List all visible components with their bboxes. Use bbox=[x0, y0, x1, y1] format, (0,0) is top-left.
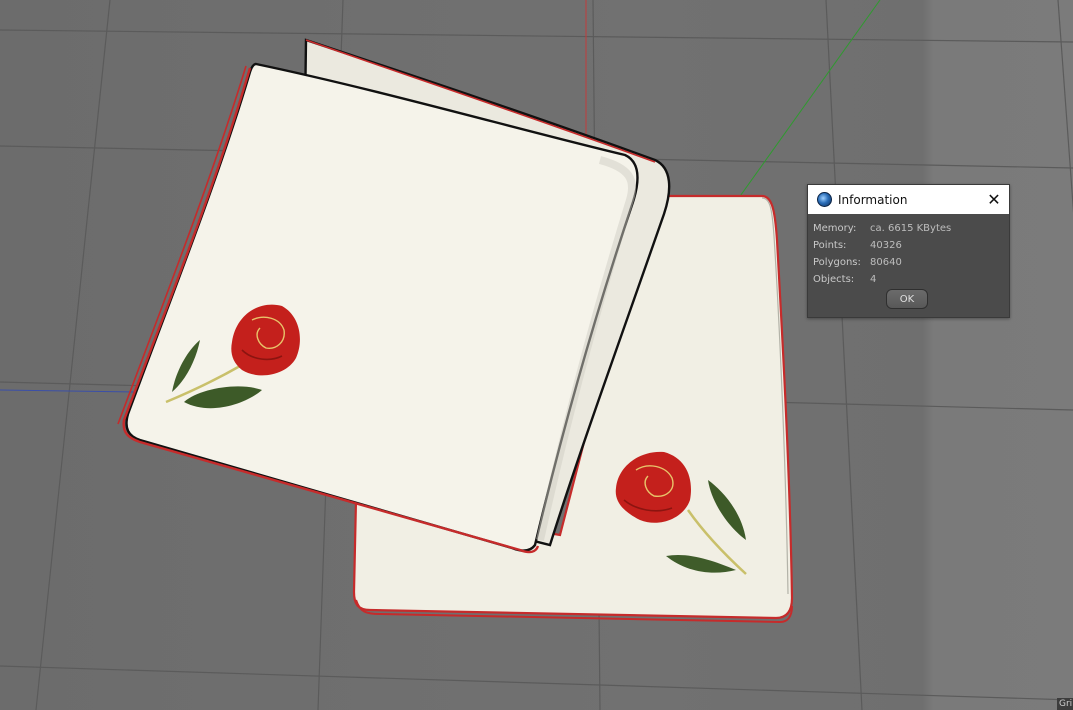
close-icon[interactable]: ✕ bbox=[979, 185, 1009, 214]
information-dialog[interactable]: Information ✕ Memory: ca. 6615 KBytes Po… bbox=[807, 184, 1010, 318]
info-row-memory: Memory: ca. 6615 KBytes bbox=[813, 220, 1009, 237]
info-row-objects: Objects: 4 bbox=[813, 271, 1009, 288]
z-axis-line bbox=[0, 389, 136, 393]
dialog-body: Memory: ca. 6615 KBytes Points: 40326 Po… bbox=[808, 214, 1009, 288]
cinema4d-app-icon bbox=[817, 192, 832, 207]
info-label: Objects: bbox=[813, 274, 855, 285]
info-row-polygons: Polygons: 80640 bbox=[813, 254, 1009, 271]
dialog-title: Information bbox=[838, 192, 908, 207]
dialog-titlebar[interactable]: Information ✕ bbox=[808, 185, 1009, 214]
info-label: Points: bbox=[813, 240, 847, 251]
info-label: Memory: bbox=[813, 223, 857, 234]
info-value: 4 bbox=[870, 274, 877, 285]
3d-viewport[interactable]: Information ✕ Memory: ca. 6615 KBytes Po… bbox=[0, 0, 1073, 710]
info-value: ca. 6615 KBytes bbox=[870, 223, 952, 234]
info-label: Polygons: bbox=[813, 257, 861, 268]
ok-button[interactable]: OK bbox=[886, 289, 928, 309]
grid-corner-label: Gri bbox=[1057, 698, 1073, 710]
info-value: 80640 bbox=[870, 257, 902, 268]
info-row-points: Points: 40326 bbox=[813, 237, 1009, 254]
info-value: 40326 bbox=[870, 240, 902, 251]
viewport-scene bbox=[0, 0, 1073, 710]
